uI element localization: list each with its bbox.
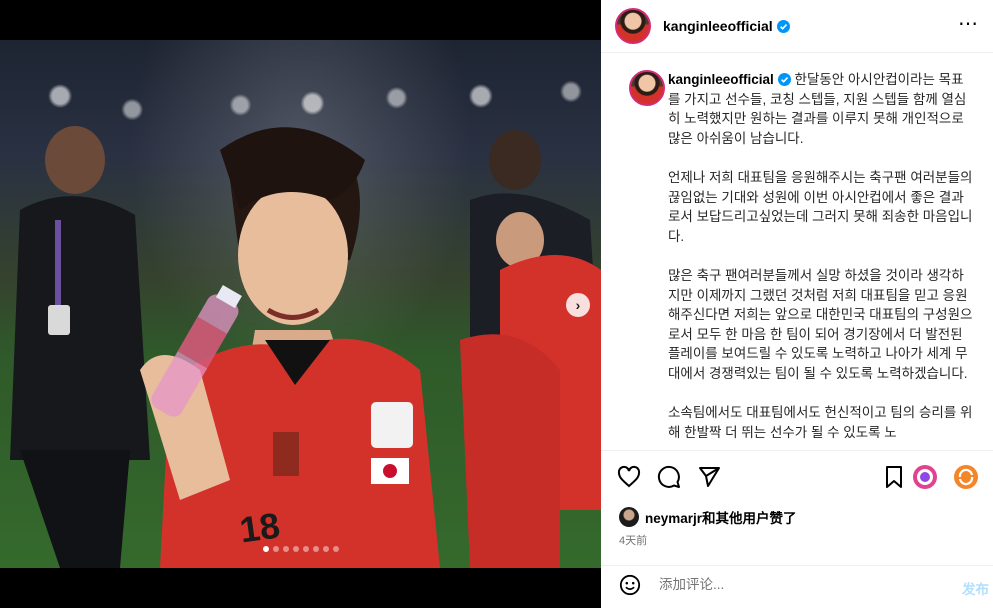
slide-dot-3 xyxy=(282,546,289,552)
save-bookmark-icon[interactable] xyxy=(882,465,906,489)
comment-input[interactable] xyxy=(657,576,941,593)
slide-dot-8 xyxy=(332,546,339,552)
slide-indicator xyxy=(0,546,601,552)
post-comment-button[interactable]: 发布 xyxy=(962,578,989,598)
post-side-panel: kanginleeofficial ⋯ kanginleeofficial 한달… xyxy=(601,0,993,608)
repost-app-icon[interactable] xyxy=(953,464,979,490)
verified-badge-icon xyxy=(776,20,790,33)
avatar[interactable] xyxy=(615,8,651,44)
caption-area: kanginleeofficial 한달동안 아시안컵이라는 목표를 가지고 선… xyxy=(601,52,993,450)
share-send-icon[interactable] xyxy=(697,465,721,489)
likes-summary[interactable]: neymarjr和其他用户赞了 xyxy=(619,507,797,527)
caption-username-text: kanginleeofficial xyxy=(668,72,774,87)
caption-paragraph-2: 언제나 저희 대표팀을 응원해주시는 축구팬 여러분들의 끊임없는 기대와 성원… xyxy=(668,169,973,244)
like-heart-icon[interactable] xyxy=(617,465,641,489)
comment-icon[interactable] xyxy=(657,465,681,489)
svg-text:18: 18 xyxy=(237,504,282,550)
liker-avatar xyxy=(619,507,639,527)
comment-bar: 发布 xyxy=(601,566,993,608)
slide-dot-1 xyxy=(262,546,269,552)
slide-dot-5 xyxy=(302,546,309,552)
username-link[interactable]: kanginleeofficial xyxy=(663,18,790,34)
slide-dot-4 xyxy=(292,546,299,552)
username-text: kanginleeofficial xyxy=(663,18,773,34)
caption-text: kanginleeofficial 한달동안 아시안컵이라는 목표를 가지고 선… xyxy=(668,70,974,450)
caption-paragraph-3: 많은 축구 팬여러분들께서 실망 하셨을 것이라 생각하지만 이제까지 그랬던 … xyxy=(668,267,973,381)
background-official xyxy=(10,126,150,568)
post-header: kanginleeofficial ⋯ xyxy=(601,0,993,53)
post-photo: 18 xyxy=(0,40,601,568)
slide-dot-2 xyxy=(272,546,279,552)
caption-paragraph-4: 소속팀에서도 대표팀에서도 헌신적이고 팀의 승리를 위해 한발짝 더 뛰는 선… xyxy=(668,405,973,440)
next-slide-button[interactable]: › xyxy=(566,293,590,317)
slide-dot-7 xyxy=(322,546,329,552)
slide-dot-6 xyxy=(312,546,319,552)
chevron-right-icon: › xyxy=(575,297,581,313)
post-timestamp[interactable]: 4天前 xyxy=(619,532,647,548)
action-bar xyxy=(601,451,993,503)
more-options-icon[interactable]: ⋯ xyxy=(958,14,979,34)
extension-app-icon[interactable] xyxy=(912,464,938,490)
post-media[interactable]: 18 › xyxy=(0,0,601,608)
verified-badge-icon xyxy=(777,73,791,86)
caption-username[interactable]: kanginleeofficial xyxy=(668,72,791,87)
caption-avatar[interactable] xyxy=(629,70,665,106)
background-players xyxy=(460,130,601,568)
emoji-icon[interactable] xyxy=(619,574,641,596)
likes-text: neymarjr和其他用户赞了 xyxy=(645,511,797,526)
photo-scene: 18 xyxy=(10,126,601,568)
